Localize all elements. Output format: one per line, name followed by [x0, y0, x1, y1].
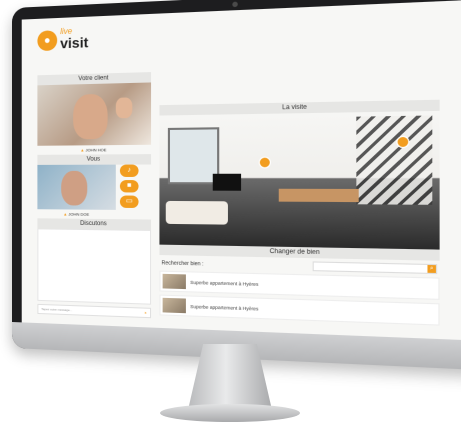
user-icon: ▲ [63, 211, 68, 217]
logo-icon: ● [37, 30, 58, 52]
visit-video[interactable] [159, 110, 440, 250]
room-tv [212, 173, 242, 191]
user-icon: ▲ [80, 147, 85, 153]
chat-log[interactable] [37, 228, 152, 305]
left-column: Votre client ▲ JOHN HOE Vous ▲ JOHN DOE … [37, 72, 152, 319]
call-controls: ♪ ■ ▭ [119, 164, 139, 209]
vous-face [61, 170, 88, 206]
location-pin-icon[interactable] [396, 135, 410, 149]
monitor-foot [160, 404, 300, 422]
room-sofa [165, 200, 228, 225]
search-icon[interactable]: ⌕ [427, 264, 436, 273]
send-icon[interactable]: ➤ [144, 309, 147, 317]
listing-item[interactable]: Superbe appartement à Hyères [159, 294, 440, 326]
chat-input-placeholder: Tapez votre message... [41, 307, 73, 313]
app-screen: ● live visit Votre client ▲ JOHN HOE Vou… [21, 0, 461, 341]
listing-thumbnail [162, 273, 186, 290]
client-video [37, 82, 152, 146]
listing-info: Superbe appartement à Hyères [190, 303, 258, 311]
client-face [73, 93, 108, 140]
chat-input[interactable]: Tapez votre message... ➤ [37, 303, 152, 319]
search-label: Rechercher bien : [161, 259, 204, 267]
camera-icon[interactable]: ■ [119, 180, 139, 193]
client-hand [115, 97, 133, 119]
room-window [167, 127, 220, 185]
vous-panel-title: Vous [37, 154, 152, 165]
room-table [278, 188, 359, 203]
listing-title: Superbe appartement à Hyères [190, 303, 259, 312]
listing-thumbnail [162, 297, 186, 314]
listing-title: Superbe appartement à Hyères [190, 279, 259, 287]
webcam-dot [232, 1, 238, 8]
screen-share-icon[interactable]: ▭ [119, 195, 139, 209]
client-name: JOHN HOE [85, 147, 107, 153]
vous-name-line: ▲ JOHN DOE [37, 209, 115, 219]
logo-visit-text: visit [60, 34, 89, 52]
listing-info: Superbe appartement à Hyères [190, 279, 258, 286]
monitor-bezel: ● live visit Votre client ▲ JOHN HOE Vou… [12, 0, 461, 371]
logo[interactable]: ● live visit [37, 27, 88, 51]
vous-row: ▲ JOHN DOE ♪ ■ ▭ [37, 164, 151, 219]
room-stairs [356, 115, 433, 205]
right-column: La visite Changer de bien Rechercher bie… [159, 99, 440, 329]
location-pin-icon[interactable] [258, 156, 271, 169]
vous-name: JOHN DOE [68, 211, 90, 217]
vous-video-wrap: ▲ JOHN DOE [37, 164, 116, 220]
vous-video [37, 164, 116, 210]
mic-icon[interactable]: ♪ [119, 164, 139, 177]
search-input[interactable]: ⌕ [312, 261, 438, 275]
